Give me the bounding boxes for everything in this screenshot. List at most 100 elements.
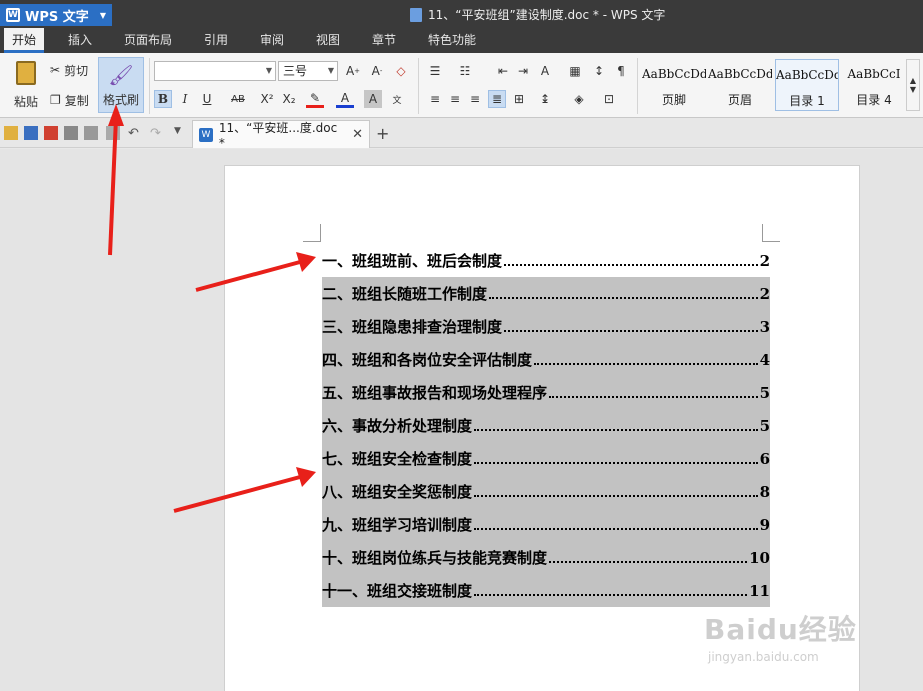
borders-icon[interactable]: ⊡	[600, 90, 618, 108]
open-folder-icon[interactable]	[4, 126, 18, 140]
numbered-list-icon[interactable]: ☷	[456, 62, 474, 80]
window-title: 11、“平安班组”建设制度.doc * - WPS 文字	[410, 6, 665, 23]
cut-button[interactable]: ✂ 剪切	[50, 61, 88, 79]
char-shading-icon[interactable]: A	[364, 90, 382, 108]
grow-font-icon[interactable]: A +	[344, 62, 362, 80]
copy-label: 复制	[64, 93, 89, 108]
style-header[interactable]: AaBbCcDd 页眉	[708, 59, 772, 111]
style-name: 页眉	[727, 93, 752, 107]
close-icon[interactable]: ✕	[352, 127, 363, 142]
phonetic-guide-icon[interactable]: 文	[388, 90, 406, 108]
toc-entry-title: 八、班组安全奖惩制度	[322, 483, 473, 501]
style-footer[interactable]: AaBbCcDd 页脚	[642, 59, 706, 111]
superscript-button[interactable]: X²	[258, 90, 276, 108]
document-tab-label: 11、“平安班...度.doc *	[218, 121, 338, 150]
toc-entry-title: 十一、班组交接班制度	[322, 582, 473, 600]
toc-entry-page: 2	[759, 251, 770, 270]
line-spacing-icon[interactable]: ↨	[536, 90, 554, 108]
justify-icon[interactable]: ≣	[488, 90, 506, 108]
document-tab[interactable]: W 11、“平安班...度.doc * ✕	[192, 120, 370, 150]
italic-button[interactable]: I	[176, 90, 194, 108]
style-toc-4[interactable]: AaBbCcI 目录 4	[842, 59, 906, 111]
shrink-font-icon[interactable]: A-	[368, 62, 386, 80]
toc-entry[interactable]: 十一、班组交接班制度 11	[322, 574, 770, 607]
ribbon: 粘贴 ✂ 剪切 ❐ 复制 🖌 格式刷 ▼ 三号 ▼ A + A- ◇ B I U …	[0, 53, 923, 118]
tab-review[interactable]: 审阅	[252, 28, 292, 53]
toc-entry[interactable]: 十、班组岗位练兵与技能竞赛制度 10	[322, 541, 770, 574]
redo-icon[interactable]: ↷	[150, 126, 164, 141]
paste-button[interactable]: 粘贴	[6, 57, 46, 113]
bullet-list-icon[interactable]: ☰	[426, 62, 444, 80]
distributed-align-icon[interactable]: ⊞	[510, 90, 528, 108]
font-size-select[interactable]: 三号 ▼	[278, 61, 338, 81]
toc-entry-title: 九、班组学习培训制度	[322, 516, 473, 534]
toc-entry[interactable]: 一、班组班前、班后会制度 2	[322, 244, 770, 277]
toc-entry-title: 五、班组事故报告和现场处理程序	[322, 384, 548, 402]
toc-leader	[534, 362, 758, 365]
wps-doc-icon: W	[199, 127, 213, 142]
toc-entry-page: 11	[749, 581, 770, 600]
styles-scroll-icon[interactable]: ▲ ▼	[906, 59, 920, 111]
app-menu-button[interactable]: W WPS 文字 ▼	[0, 4, 112, 26]
toc-leader	[489, 296, 758, 299]
toc-entry[interactable]: 七、班组安全检查制度 6	[322, 442, 770, 475]
toc-leader	[549, 395, 758, 398]
toc-entry[interactable]: 五、班组事故报告和现场处理程序 5	[322, 376, 770, 409]
crop-mark	[762, 224, 780, 242]
tab-insert[interactable]: 插入	[60, 28, 100, 53]
toc-entry[interactable]: 九、班组学习培训制度 9	[322, 508, 770, 541]
tab-page-layout[interactable]: 页面布局	[116, 28, 180, 53]
tab-view[interactable]: 视图	[308, 28, 348, 53]
toc-entry-title: 六、事故分析处理制度	[322, 417, 473, 435]
undo-icon[interactable]: ↶	[128, 126, 142, 141]
export-pdf-icon[interactable]	[44, 126, 58, 140]
save-icon[interactable]	[24, 126, 38, 140]
crop-mark	[303, 224, 321, 242]
align-center-icon[interactable]: ≡	[446, 90, 464, 108]
show-marks-icon[interactable]: ¶	[612, 62, 630, 80]
title-bar: W WPS 文字 ▼ 11、“平安班组”建设制度.doc * - WPS 文字	[0, 0, 923, 28]
subscript-button[interactable]: X₂	[280, 90, 298, 108]
style-toc-1[interactable]: AaBbCcDd 目录 1	[775, 59, 839, 111]
format-painter-button[interactable]: 🖌 格式刷	[98, 57, 144, 113]
toc-entry-page: 8	[759, 482, 770, 501]
chevron-down-icon: ▼	[327, 66, 334, 75]
print-icon[interactable]	[64, 126, 78, 140]
quick-access-toolbar: ↶ ↷ ▼ W 11、“平安班...度.doc * ✕ +	[0, 118, 923, 150]
clear-format-icon[interactable]: ◇	[392, 62, 410, 80]
toc-entry[interactable]: 二、班组长随班工作制度 2	[322, 277, 770, 310]
style-name: 页脚	[661, 93, 686, 107]
toc-entry[interactable]: 六、事故分析处理制度 5	[322, 409, 770, 442]
font-name-select[interactable]: ▼	[154, 61, 276, 81]
align-left-icon[interactable]: ≡	[426, 90, 444, 108]
watermark-url: jingyan.baidu.com	[708, 650, 819, 664]
style-preview: AaBbCcDd	[708, 67, 772, 81]
increase-indent-icon[interactable]: ⇥	[514, 62, 532, 80]
copy-button[interactable]: ❐ 复制	[50, 91, 89, 109]
customize-icon[interactable]: ▼	[174, 126, 188, 140]
text-direction-icon[interactable]: A	[536, 62, 554, 80]
sort-icon[interactable]: ↕	[590, 62, 608, 80]
highlight-color-icon[interactable]: ✎	[306, 90, 324, 108]
format-painter-icon[interactable]	[106, 126, 120, 140]
underline-button[interactable]: U	[198, 90, 216, 108]
font-color-icon[interactable]: A	[336, 90, 354, 108]
tab-home[interactable]: 开始	[4, 28, 45, 53]
tab-references[interactable]: 引用	[196, 28, 236, 53]
paragraph-shading-icon[interactable]: ◈	[570, 90, 588, 108]
toc-entry[interactable]: 八、班组安全奖惩制度 8	[322, 475, 770, 508]
print-preview-icon[interactable]	[84, 126, 98, 140]
toc-entry[interactable]: 三、班组隐患排查治理制度 3	[322, 310, 770, 343]
decrease-indent-icon[interactable]: ⇤	[494, 62, 512, 80]
tab-special-features[interactable]: 特色功能	[420, 28, 484, 53]
align-right-icon[interactable]: ≡	[466, 90, 484, 108]
tab-chapter[interactable]: 章节	[364, 28, 404, 53]
toc-entry-page: 5	[759, 383, 770, 402]
toc-entry[interactable]: 四、班组和各岗位安全评估制度 4	[322, 343, 770, 376]
bold-button[interactable]: B	[154, 90, 172, 108]
new-tab-icon[interactable]: +	[376, 124, 389, 143]
document-icon	[410, 7, 422, 22]
table-icon[interactable]: ▦	[566, 62, 584, 80]
toc-entry-title: 四、班组和各岗位安全评估制度	[322, 351, 533, 369]
strikethrough-button[interactable]: AB	[226, 90, 250, 108]
